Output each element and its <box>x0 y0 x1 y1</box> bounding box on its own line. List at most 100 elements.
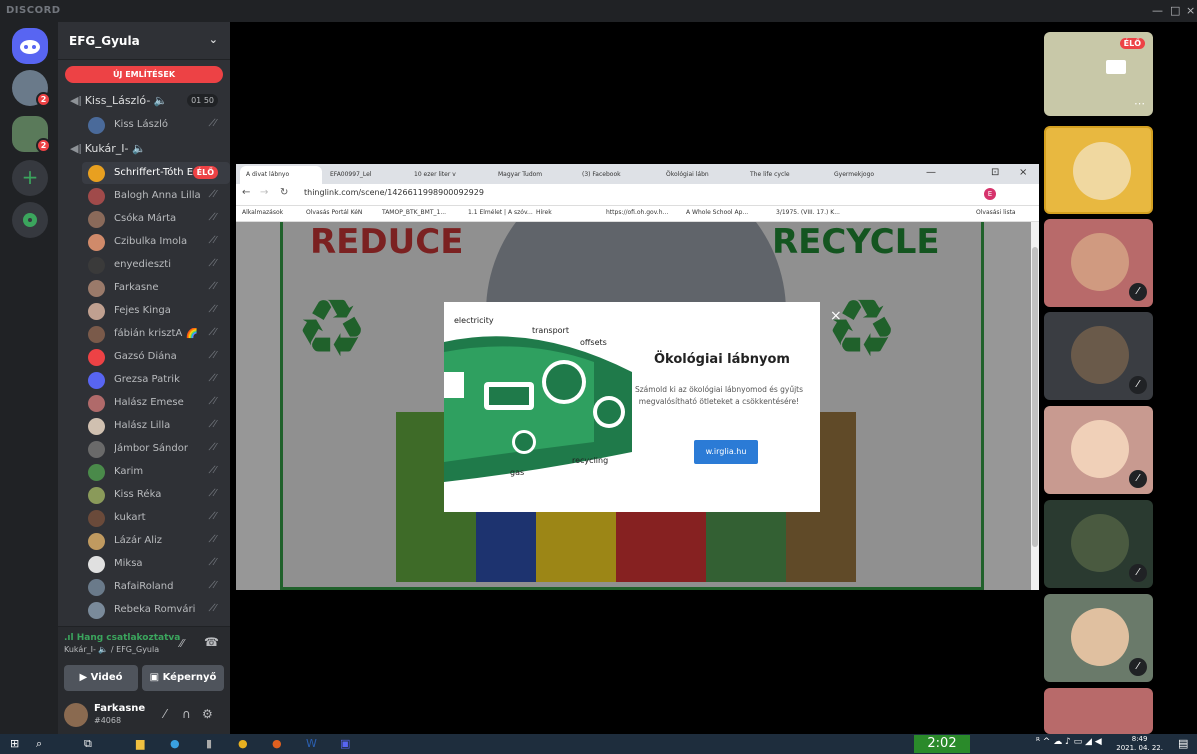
voice-user[interactable]: Grezsa Patrik ⁄̸ <box>82 369 230 391</box>
close-button[interactable]: × <box>1186 4 1195 17</box>
new-mentions-button[interactable]: ÚJ EMLÍTÉSEK <box>65 66 223 83</box>
voice-user[interactable]: enyedieszti ⁄̸ <box>82 254 230 276</box>
scrollbar-thumb[interactable] <box>1032 247 1038 547</box>
stream-preview-tile[interactable]: ÉLŐ ⋯ <box>1044 32 1153 116</box>
browser-tab[interactable]: 10 ezer liter v <box>408 166 490 184</box>
task-view-icon[interactable]: ⧉ <box>84 737 92 751</box>
browser-tab[interactable]: The life cycle <box>744 166 826 184</box>
voice-user[interactable]: Balogh Anna Lilla ⁄̸ <box>82 185 230 207</box>
voice-channel-kiss[interactable]: ◀ǀ Kiss_László- 🔈 01 50 <box>70 94 230 107</box>
participant-tile[interactable]: ⁄ <box>1044 500 1153 588</box>
bookmark-item[interactable]: 1.1 Elmélet | A szóv... <box>468 209 533 216</box>
browser-maximize[interactable]: ⊡ <box>991 167 999 178</box>
forward-icon[interactable]: → <box>260 187 268 198</box>
server-1[interactable]: 2 <box>12 70 51 107</box>
voice-user[interactable]: Kiss László ⁄̸ <box>82 114 230 136</box>
bookmark-item[interactable]: Olvasás Portál KéN <box>306 209 362 216</box>
voice-user[interactable]: Fejes Kinga ⁄̸ <box>82 300 230 322</box>
mute-icon[interactable]: ⁄ <box>164 707 166 721</box>
voice-user[interactable]: RafaiRoland ⁄̸ <box>82 576 230 598</box>
bookmark-item[interactable]: https://ofi.oh.gov.h... <box>606 209 668 216</box>
browser-tab[interactable]: Gyermekjogo <box>828 166 910 184</box>
voice-user[interactable]: Gazsó Diána ⁄̸ <box>82 346 230 368</box>
headphones-icon[interactable]: ∩ <box>182 707 191 721</box>
discord-taskbar-icon[interactable]: ▣ <box>340 737 350 750</box>
participant-tile[interactable] <box>1044 126 1153 214</box>
popup-modal[interactable]: electricity transport offsets recycling … <box>444 302 842 512</box>
voice-user[interactable]: Czibulka Imola ⁄̸ <box>82 231 230 253</box>
bookmark-item[interactable]: Alkalmazások <box>242 209 283 216</box>
profile-icon[interactable]: E <box>984 188 996 200</box>
avatar[interactable] <box>64 703 88 727</box>
video-button[interactable]: ▶ Videó <box>64 665 138 691</box>
channel-name: Kukár_I- 🔈 <box>84 142 146 155</box>
participant-tile[interactable]: ⁄ <box>1044 219 1153 307</box>
url-text[interactable]: thinglink.com/scene/1426611998900092929 <box>304 188 484 197</box>
app-icon[interactable]: ● <box>272 737 282 750</box>
address-bar[interactable]: ← → ↻ thinglink.com/scene/14266119989000… <box>236 184 1039 206</box>
search-icon[interactable]: ⌕ <box>36 737 42 751</box>
voice-user[interactable]: Miksa ⁄̸ <box>82 553 230 575</box>
bookmark-item[interactable]: Olvasási lista <box>976 209 1016 216</box>
server-header[interactable]: EFG_Gyula ⌄ <box>58 22 230 60</box>
browser-minimize[interactable]: — <box>926 167 936 178</box>
bookmark-item[interactable]: TAMOP_BTK_BMT_1... <box>382 209 446 216</box>
participant-tile[interactable]: ⁄ <box>1044 594 1153 682</box>
edge-icon[interactable]: ● <box>170 737 180 750</box>
system-clock[interactable]: 8:49 2021. 04. 22. <box>1116 735 1163 753</box>
windows-start-icon[interactable]: ⊞ <box>10 737 19 750</box>
back-icon[interactable]: ← <box>242 187 250 198</box>
bookmark-item[interactable]: A Whole School Ap... <box>686 209 748 216</box>
browser-tab[interactable]: Ökológiai lábn <box>660 166 742 184</box>
voice-user[interactable]: Csóka Márta ⁄̸ <box>82 208 230 230</box>
voice-user[interactable]: Schriffert-Tóth E... ÉLŐ <box>82 162 230 184</box>
bookmark-item[interactable]: 3/1975. (VIII. 17.) K... <box>776 209 840 216</box>
gear-icon[interactable]: ⚙ <box>202 707 213 721</box>
voice-user[interactable]: Kiss Réka ⁄̸ <box>82 484 230 506</box>
server-efg-gyula[interactable]: 2 <box>12 116 51 153</box>
browser-tab[interactable]: A divat lábnyo <box>240 166 322 184</box>
browser-tab[interactable]: Magyar Tudom <box>492 166 574 184</box>
modal-link-button[interactable]: w.irglia.hu <box>694 440 758 464</box>
voice-user[interactable]: Halász Lilla ⁄̸ <box>82 415 230 437</box>
add-server-icon[interactable]: + <box>12 160 48 196</box>
mic-muted-icon: ⁄̸ <box>214 373 216 384</box>
voice-channel-kukar[interactable]: ◀ǀ Kukár_I- 🔈 <box>70 142 146 155</box>
voice-user[interactable]: Farkasne ⁄̸ <box>82 277 230 299</box>
explore-icon[interactable] <box>12 202 48 238</box>
participant-tile[interactable] <box>1044 688 1153 734</box>
browser-tab[interactable]: (3) Facebook <box>576 166 658 184</box>
more-icon[interactable]: ⋯ <box>1134 97 1145 110</box>
screen-share-button[interactable]: ▣ Képernyő <box>142 665 224 691</box>
word-icon[interactable]: W <box>306 737 317 750</box>
browser-tab[interactable]: EFA00997_Lel <box>324 166 406 184</box>
tray-icons[interactable]: ᴿ ^ ☁ ♪ ▭ ◢ ◀ <box>1036 737 1102 747</box>
home-button[interactable] <box>12 28 48 64</box>
voice-user[interactable]: Rebeka Romvári ⁄̸ <box>82 599 230 621</box>
call-timer: 2:02 <box>914 735 970 753</box>
participant-tile[interactable]: ⁄ <box>1044 312 1153 400</box>
file-explorer-icon[interactable]: ▆ <box>136 737 144 750</box>
voice-user[interactable]: Lázár Aliz ⁄̸ <box>82 530 230 552</box>
noise-icon[interactable]: ⁄⁄ <box>180 637 184 650</box>
mic-muted-icon: ⁄̸ <box>214 419 216 430</box>
voice-user[interactable]: Jámbor Sándor ⁄̸ <box>82 438 230 460</box>
voice-user[interactable]: fábián krisztA 🌈 ⁄̸ <box>82 323 230 345</box>
voice-user[interactable]: kukart ⁄̸ <box>82 507 230 529</box>
maximize-button[interactable]: □ <box>1170 4 1180 17</box>
modal-close-icon[interactable]: × <box>830 308 842 324</box>
voice-user[interactable]: Karim ⁄̸ <box>82 461 230 483</box>
disconnect-icon[interactable]: ☎ <box>204 635 219 649</box>
bookmark-item[interactable]: Hírek <box>536 209 552 216</box>
shared-screen-browser[interactable]: A divat lábnyo EFA00997_Lel 10 ezer liter … <box>236 164 1039 590</box>
chrome-icon[interactable]: ● <box>238 737 248 750</box>
notifications-icon[interactable]: ▤ <box>1178 737 1188 750</box>
minimize-button[interactable]: — <box>1152 4 1163 17</box>
mic-muted-icon: ⁄̸ <box>214 580 216 591</box>
browser-close[interactable]: × <box>1019 167 1027 178</box>
app-icon[interactable]: ▮ <box>206 737 212 750</box>
voice-user[interactable]: Halász Emese ⁄̸ <box>82 392 230 414</box>
reload-icon[interactable]: ↻ <box>280 187 288 198</box>
participant-tile[interactable]: ⁄ <box>1044 406 1153 494</box>
scrollbar[interactable] <box>1031 222 1039 590</box>
